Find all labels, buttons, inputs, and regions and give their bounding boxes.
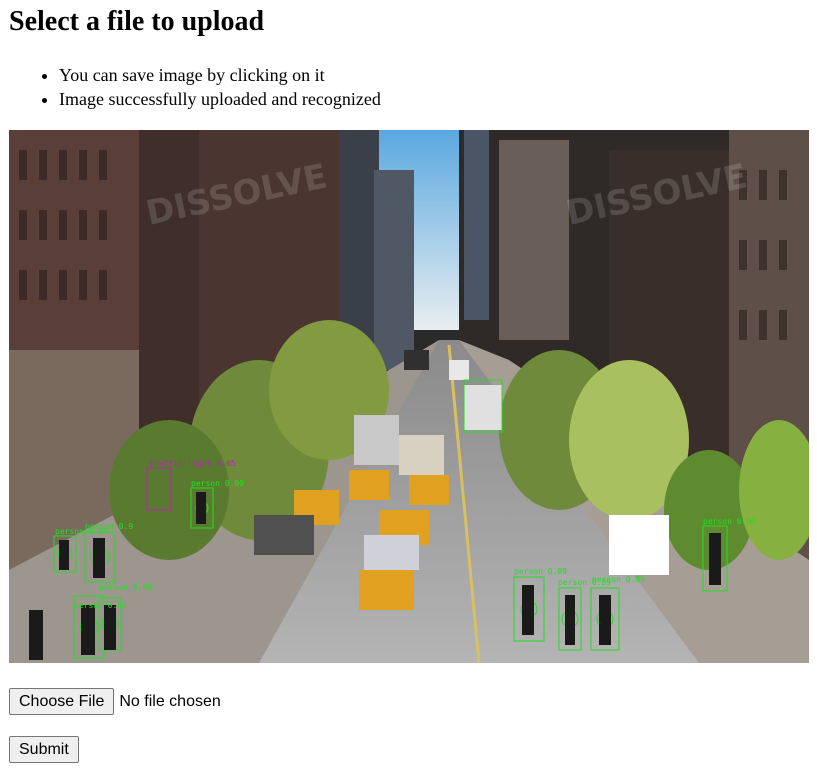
message-upload-success: Image successfully uploaded and recogniz…: [59, 87, 381, 111]
street-photo: DISSOLVE DISSOLVE traffic light 0.65 per…: [9, 130, 809, 663]
recognized-image[interactable]: DISSOLVE DISSOLVE traffic light 0.65 per…: [9, 130, 809, 663]
label-person: person 0.89: [592, 575, 645, 584]
label-person: person 0.88: [74, 601, 127, 610]
submit-button[interactable]: Submit: [9, 736, 79, 763]
file-status: No file chosen: [119, 692, 221, 710]
label-person: person 0.9: [85, 522, 133, 531]
label-person: person 0.89: [99, 583, 152, 592]
page-title: Select a file to upload: [9, 6, 265, 37]
label-traffic-light: traffic light 0.65: [149, 459, 236, 468]
file-input[interactable]: Choose File No file chosen: [9, 688, 221, 715]
label-person: person 0.99: [191, 479, 244, 488]
message-save-hint: You can save image by clicking on it: [59, 63, 381, 87]
message-list: You can save image by clicking on it Ima…: [19, 63, 381, 111]
label-person: person 0.92: [703, 517, 756, 526]
choose-file-button[interactable]: Choose File: [9, 688, 115, 715]
label-person: person 0.89: [514, 567, 567, 576]
